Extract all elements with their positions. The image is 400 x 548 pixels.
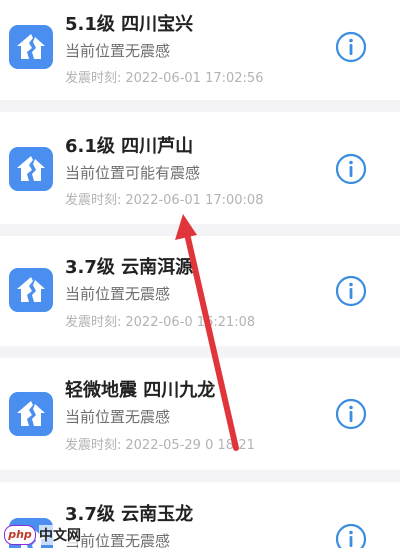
time-label: 发震时刻:	[65, 193, 122, 208]
list-item[interactable]: 5.1级 四川宝兴 当前位置无震感 发震时刻: 2022-06-01 17:02:…	[0, 0, 400, 100]
list-divider	[0, 346, 400, 358]
list-item[interactable]: 轻微地震 四川九龙 当前位置无震感 发震时刻: 2022-05-29 0 18:2…	[0, 358, 400, 458]
house-crack-icon	[9, 147, 53, 191]
quake-time: 2022-06-01 17:00:08	[125, 193, 264, 208]
list-divider	[0, 224, 400, 236]
list-divider	[0, 470, 400, 482]
time-label: 发震时刻:	[65, 438, 122, 453]
info-icon[interactable]	[334, 152, 368, 186]
quake-time: 2022-06-01 17:02:56	[125, 71, 264, 86]
watermark: php 中文网	[4, 524, 81, 546]
quake-title: 6.1级 四川芦山	[65, 136, 194, 157]
quake-time-row: 发震时刻: 2022-06-0 16:21:08	[65, 311, 259, 330]
quake-feel-status: 当前位置可能有震感	[65, 164, 201, 182]
house-crack-icon	[9, 392, 53, 436]
quake-time: 2022-05-29 0 18:21	[125, 438, 255, 453]
info-icon[interactable]	[334, 30, 368, 64]
list-item[interactable]: 6.1级 四川芦山 当前位置可能有震感 发震时刻: 2022-06-01 17:0…	[0, 112, 400, 212]
quake-title: 轻微地震 四川九龙	[65, 380, 216, 401]
quake-time-row: 发震时刻: 2022-06-01 17:00:08	[65, 189, 267, 208]
earthquake-list-screen: 5.1级 四川宝兴 当前位置无震感 发震时刻: 2022-06-01 17:02:…	[0, 0, 400, 548]
time-label: 发震时刻:	[65, 315, 122, 330]
info-icon[interactable]	[334, 522, 368, 548]
house-crack-icon	[9, 25, 53, 69]
time-label: 发震时刻:	[65, 71, 122, 86]
quake-time-row: 发震时刻: 2022-06-01 17:02:56	[65, 67, 267, 86]
quake-time-row: 发震时刻: 2022-05-29 0 18:21	[65, 434, 259, 453]
list-divider	[0, 100, 400, 112]
watermark-text: 中文网	[39, 525, 81, 545]
list-item[interactable]: 3.7级 云南洱源 当前位置无震感 发震时刻: 2022-06-0 16:21:0…	[0, 236, 400, 336]
quake-feel-status: 当前位置无震感	[65, 42, 171, 60]
quake-feel-status: 当前位置无震感	[65, 285, 171, 303]
watermark-logo: php	[4, 525, 36, 545]
quake-title: 3.7级 云南洱源	[65, 257, 194, 278]
info-icon[interactable]	[334, 274, 368, 308]
quake-title: 3.7级 云南玉龙	[65, 504, 194, 525]
quake-time: 2022-06-0 16:21:08	[125, 315, 256, 330]
info-icon[interactable]	[334, 397, 368, 431]
quake-feel-status: 当前位置无震感	[65, 408, 171, 426]
quake-title: 5.1级 四川宝兴	[65, 14, 194, 35]
house-crack-icon	[9, 268, 53, 312]
